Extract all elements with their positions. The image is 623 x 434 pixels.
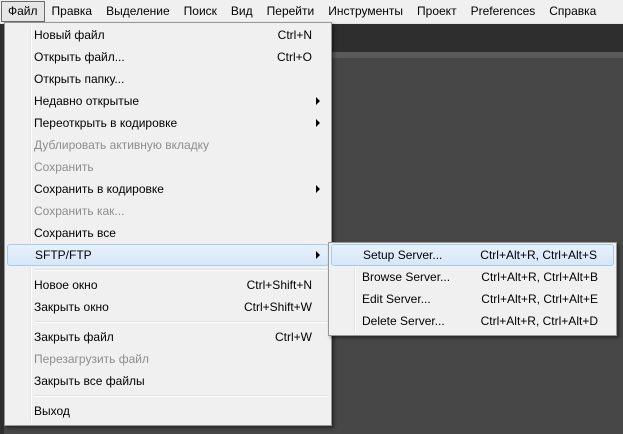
menu-item-label: Сохранить все [34,226,116,240]
menu-item-shortcut: Ctrl+O [276,50,312,64]
menu-separator [34,269,328,271]
menu-item-shortcut: Ctrl+Alt+R, Ctrl+Alt+S [480,248,597,262]
menu-item-label: Недавно открытые [34,94,140,108]
menu-item-label: Закрыть все файлы [34,374,145,388]
menu-item-label: Дублировать активную вкладку [34,138,210,152]
menu-item-shortcut: Ctrl+Alt+R, Ctrl+Alt+D [480,314,598,328]
submenu-arrow-icon [316,251,320,259]
menu-item-shortcut: Ctrl+W [275,330,312,344]
menu-find[interactable]: Поиск [177,1,224,22]
menu-item-shortcut: Ctrl+Shift+N [246,278,312,292]
menu-item-duplicate-tab: Дублировать активную вкладку [7,134,329,156]
menu-item-label: SFTP/FTP [35,248,92,262]
menu-item-label: Переоткрыть в кодировке [34,116,178,130]
menu-item-new-window[interactable]: Новое окно Ctrl+Shift+N [7,274,329,296]
menu-item-shortcut: Ctrl+Alt+R, Ctrl+Alt+B [481,270,598,284]
submenu-arrow-icon [316,119,320,127]
menu-item-reopen-encoding[interactable]: Переоткрыть в кодировке [7,112,329,134]
menu-item-label: Новое окно [34,278,98,292]
menu-item-label: Сохранить как... [34,204,125,218]
menu-item-label: Setup Server... [363,248,443,262]
menu-separator [34,321,328,323]
menu-project[interactable]: Проект [410,1,464,22]
menu-item-open-file[interactable]: Открыть файл... Ctrl+O [7,46,329,68]
menu-item-browse-server[interactable]: Browse Server... Ctrl+Alt+R, Ctrl+Alt+B [331,266,614,288]
menu-separator [34,395,328,397]
file-menu-dropdown: Новый файл Ctrl+N Открыть файл... Ctrl+O… [4,22,332,426]
menu-item-label: Выход [34,404,70,418]
submenu-arrow-icon [316,185,320,193]
menu-bar: Файл Правка Выделение Поиск Вид Перейти … [0,0,623,24]
menu-help[interactable]: Справка [542,1,603,22]
menu-item-shortcut: Ctrl+N [277,28,312,42]
menu-item-close-file[interactable]: Закрыть файл Ctrl+W [7,326,329,348]
menu-item-setup-server[interactable]: Setup Server... Ctrl+Alt+R, Ctrl+Alt+S [331,244,614,266]
menu-item-save-all[interactable]: Сохранить все [7,222,329,244]
menu-item-label: Новый файл [34,28,105,42]
menu-item-shortcut: Ctrl+Alt+R, Ctrl+Alt+E [481,292,598,306]
menu-item-label: Закрыть окно [34,300,109,314]
menu-item-exit[interactable]: Выход [7,400,329,422]
menu-item-close-window[interactable]: Закрыть окно Ctrl+Shift+W [7,296,329,318]
sftp-submenu: Setup Server... Ctrl+Alt+R, Ctrl+Alt+S B… [328,242,617,336]
menu-item-label: Сохранить [34,160,94,174]
menu-item-delete-server[interactable]: Delete Server... Ctrl+Alt+R, Ctrl+Alt+D [331,310,614,332]
menu-file[interactable]: Файл [1,1,45,22]
menu-item-open-folder[interactable]: Открыть папку... [7,68,329,90]
submenu-arrow-icon [316,97,320,105]
menu-item-save-encoding[interactable]: Сохранить в кодировке [7,178,329,200]
menu-item-label: Delete Server... [362,314,445,328]
menu-item-recent[interactable]: Недавно открытые [7,90,329,112]
menu-goto[interactable]: Перейти [260,1,322,22]
menu-item-label: Открыть файл... [34,50,125,64]
menu-item-close-all[interactable]: Закрыть все файлы [7,370,329,392]
menu-item-label: Открыть папку... [34,72,125,86]
menu-edit[interactable]: Правка [45,1,100,22]
menu-item-save: Сохранить [7,156,329,178]
menu-item-label: Перезагрузить файл [34,352,150,366]
menu-item-new-file[interactable]: Новый файл Ctrl+N [7,24,329,46]
menu-tools[interactable]: Инструменты [321,1,410,22]
menu-view[interactable]: Вид [224,1,260,22]
menu-item-label: Browse Server... [362,270,451,284]
menu-item-shortcut: Ctrl+Shift+W [243,300,312,314]
menu-item-edit-server[interactable]: Edit Server... Ctrl+Alt+R, Ctrl+Alt+E [331,288,614,310]
menu-item-sftp[interactable]: SFTP/FTP [7,244,329,266]
menu-selection[interactable]: Выделение [99,1,177,22]
menu-item-reload-file: Перезагрузить файл [7,348,329,370]
menu-preferences[interactable]: Preferences [464,1,543,22]
menu-item-label: Edit Server... [362,292,431,306]
menu-item-label: Закрыть файл [34,330,114,344]
menu-item-save-as: Сохранить как... [7,200,329,222]
menu-item-label: Сохранить в кодировке [34,182,164,196]
